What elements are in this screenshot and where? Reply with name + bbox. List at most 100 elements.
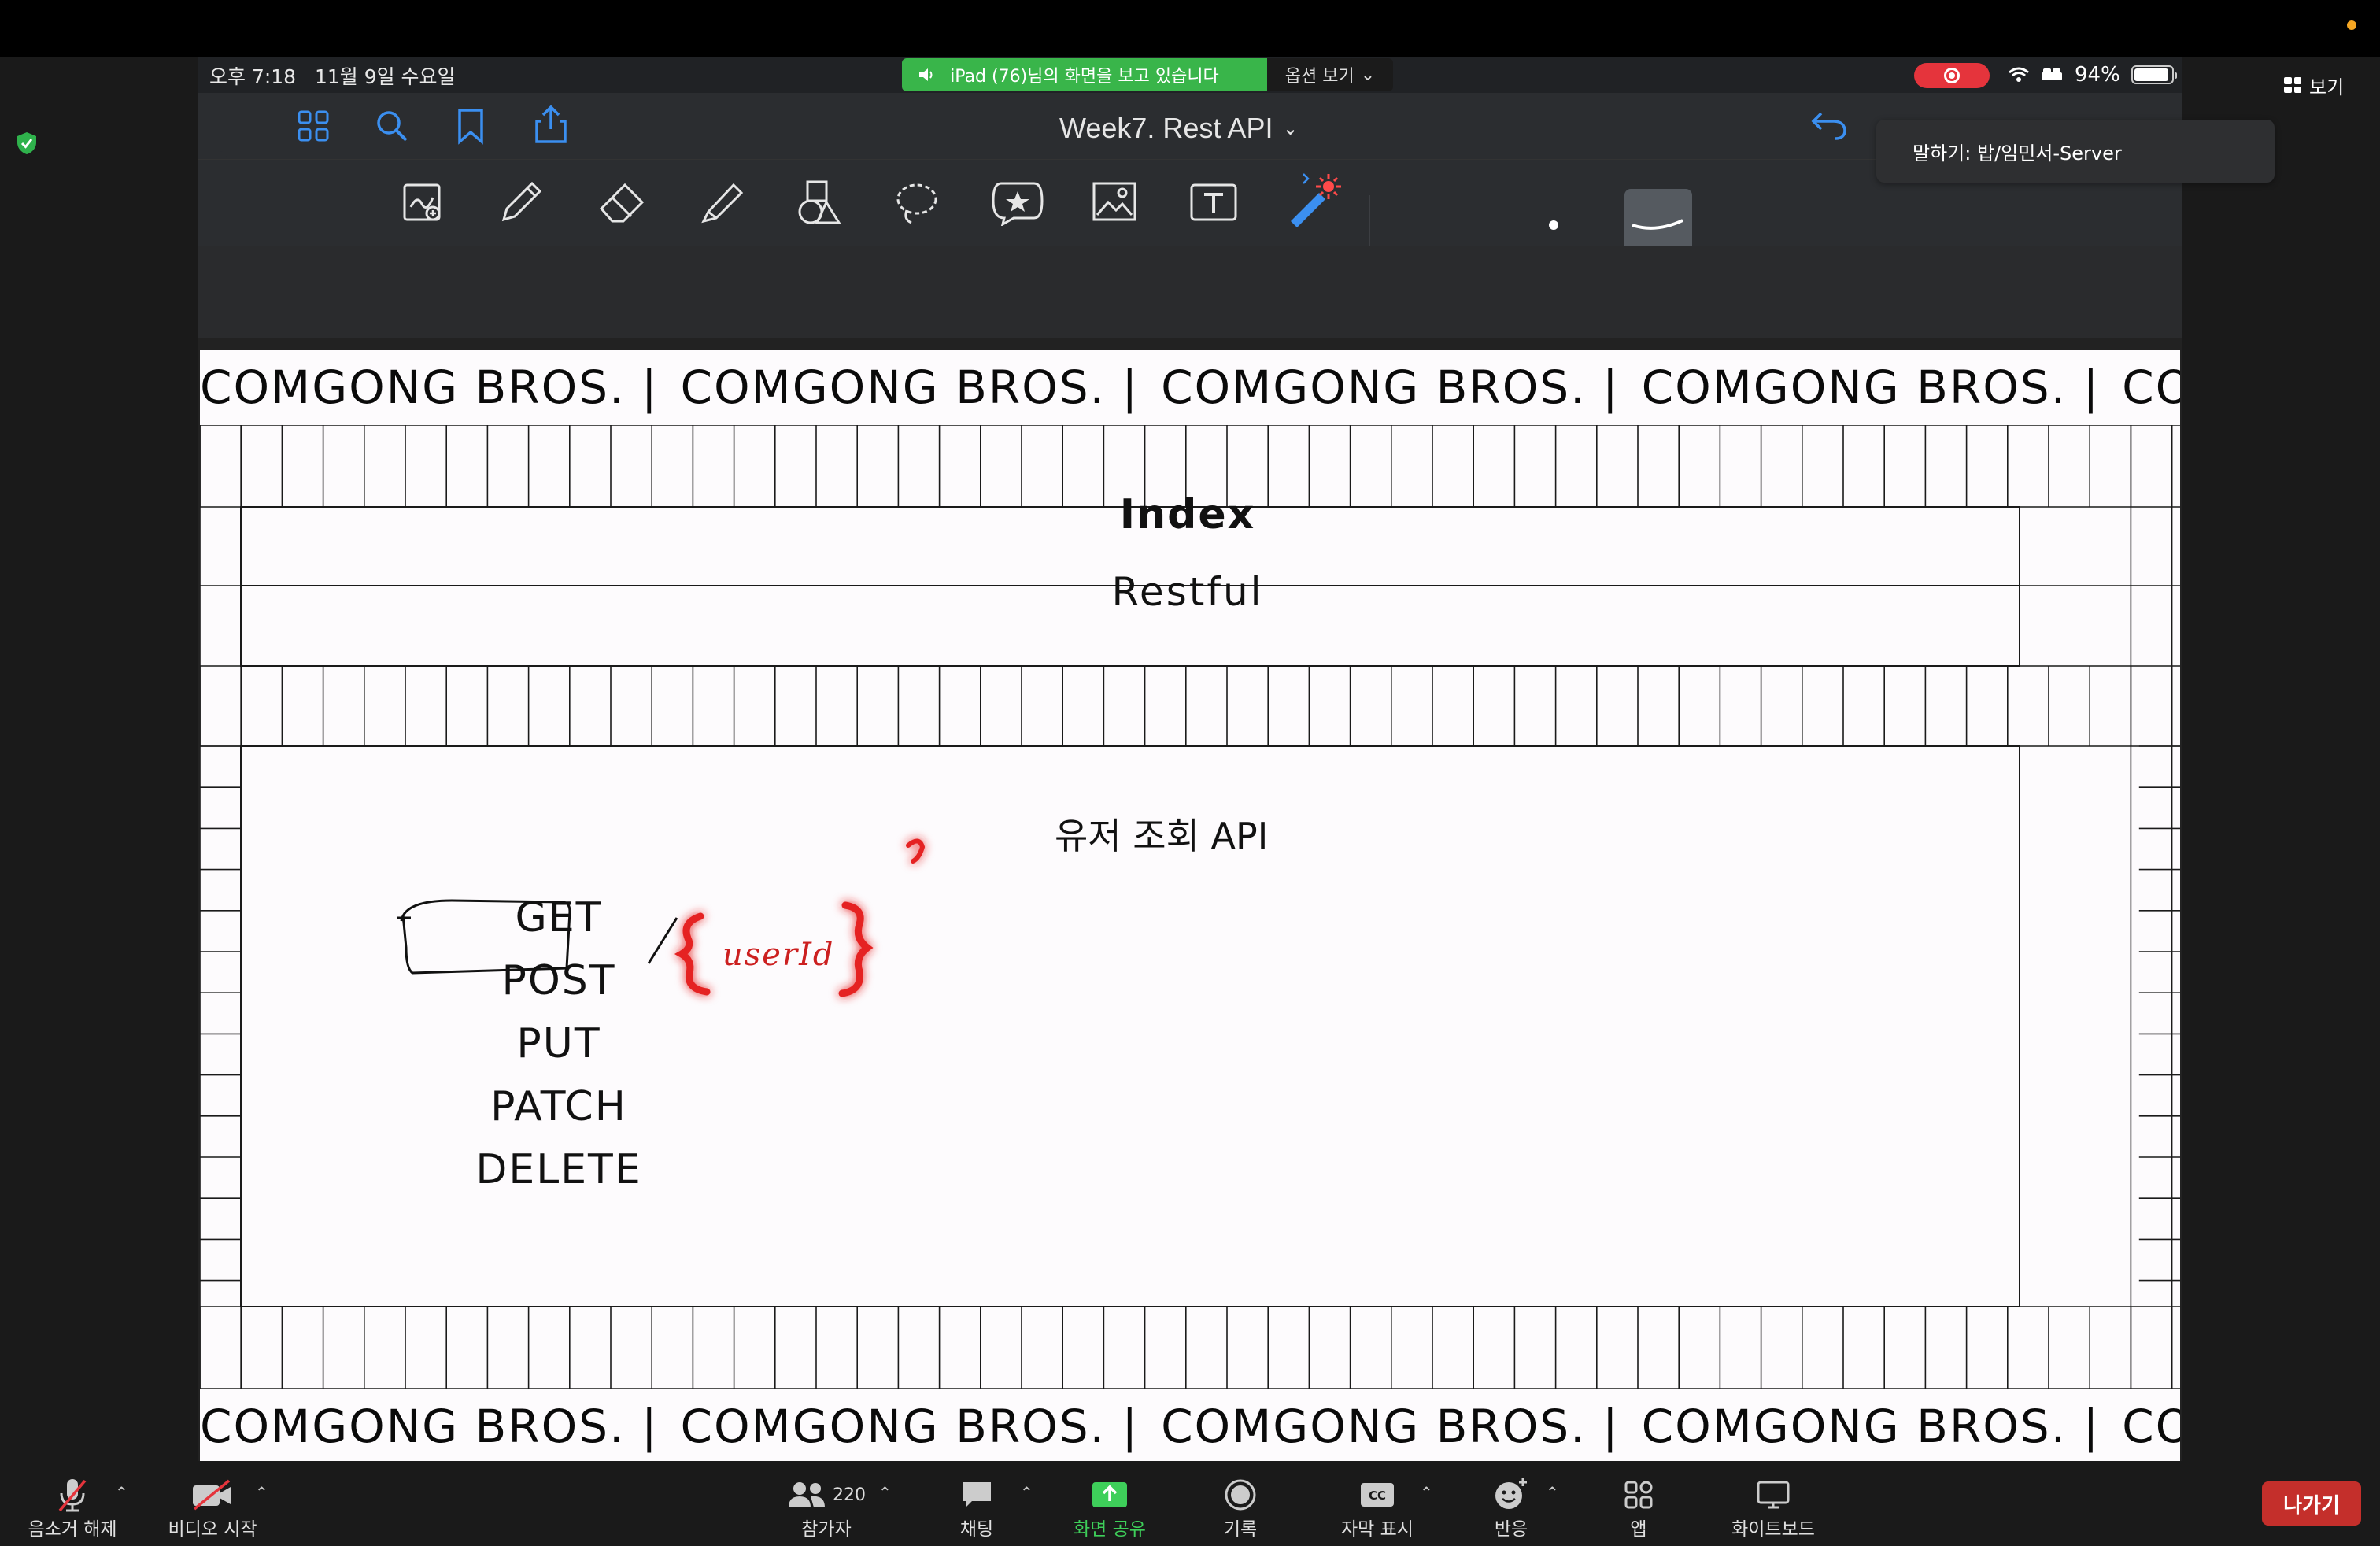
share-screen-button[interactable]: 화면 공유 — [1062, 1467, 1157, 1543]
share-icon[interactable] — [534, 104, 568, 145]
banner-text: COMGONG BROS. | — [1161, 361, 1620, 414]
recording-indicator — [2347, 20, 2356, 30]
document-title[interactable]: Week7. Rest API ⌄ — [1059, 112, 1299, 145]
index-title: Index — [1119, 491, 1256, 538]
svg-text:CC: CC — [1369, 1489, 1386, 1503]
section-heading: 유저 조회 API — [1055, 815, 1269, 857]
active-speaker-tooltip: 말하기: 밥/임민서-Server — [1876, 120, 2275, 183]
status-right: 94% — [2009, 60, 2177, 90]
grid-view-icon — [2284, 77, 2301, 93]
eraser-icon[interactable] — [597, 177, 649, 226]
unmute-label: 음소거 해제 — [28, 1519, 117, 1540]
apps-label: 앱 — [1630, 1519, 1647, 1540]
microphone-muted-icon — [58, 1479, 87, 1512]
closed-captions-icon: CC — [1361, 1483, 1394, 1507]
pen-icon[interactable] — [497, 177, 546, 226]
share-screen-label: 화면 공유 — [1074, 1519, 1146, 1540]
video-off-icon — [193, 1479, 231, 1511]
view-options-label: 옵션 보기 — [1284, 67, 1354, 87]
zoom-right-margin: 보기 — [2182, 57, 2380, 1461]
reactions-icon — [1495, 1478, 1527, 1509]
chat-icon — [963, 1482, 991, 1507]
method-get: GET — [515, 894, 603, 941]
toolbar-shadow-area — [198, 246, 2182, 338]
zoom-top-bar — [0, 0, 2380, 57]
start-video-label: 비디오 시작 — [168, 1519, 257, 1540]
whiteboard-button[interactable]: 화이트보드 — [1722, 1467, 1824, 1543]
reactions-button[interactable]: 반응 — [1472, 1467, 1550, 1543]
highlighter-icon[interactable] — [697, 177, 746, 226]
zoom-window-icon[interactable] — [401, 180, 447, 226]
banner-text: COMGONG BROS. | — [1161, 1400, 1620, 1453]
chat-button[interactable]: 채팅 — [933, 1467, 1020, 1543]
bookmark-icon[interactable] — [455, 107, 486, 145]
method-put: PUT — [516, 1020, 601, 1067]
active-speaker-text: 말하기: 밥/임민서-Server — [1913, 142, 2122, 165]
restful-subtitle: Restful — [1111, 569, 1264, 615]
lasso-icon[interactable] — [893, 179, 941, 227]
status-time-date: 오후 7:18 11월 9일 수요일 — [209, 61, 456, 90]
zoom-meeting-toolbar: 음소거 해제 ⌃ 비디오 시작 ⌃ 220 참가자 ⌃ 채팅 ⌃ 화면 공유 기… — [0, 1461, 2380, 1546]
pen-size-dot[interactable] — [1549, 220, 1558, 230]
banner-text: COMGONG BROS. | — [200, 361, 659, 414]
chevron-down-icon: ⌄ — [1282, 117, 1299, 139]
thumbnails-icon[interactable] — [296, 109, 331, 143]
captions-label: 자막 표시 — [1341, 1519, 1414, 1540]
zoom-left-margin — [0, 57, 198, 1461]
chevron-down-icon: ⌄ — [1360, 65, 1376, 85]
search-icon[interactable] — [375, 109, 409, 143]
reactions-caret-icon[interactable]: ⌃ — [1546, 1483, 1559, 1502]
unmute-button[interactable]: 음소거 해제 — [24, 1467, 121, 1543]
participants-label: 참가자 — [801, 1519, 852, 1540]
speaker-icon — [919, 68, 933, 81]
wifi-icon — [2009, 67, 2029, 82]
elements-star-icon[interactable] — [990, 177, 1045, 226]
status-time: 오후 7:18 — [209, 65, 297, 88]
method-delete: DELETE — [475, 1146, 642, 1193]
view-button[interactable]: 보기 — [2284, 72, 2344, 98]
shield-icon[interactable] — [16, 131, 38, 156]
notebook-page[interactable]: COMGONG BROS. | COMGONG BROS. | COMGONG … — [200, 350, 2180, 1461]
sleep-focus-icon — [2042, 68, 2062, 80]
participants-icon — [789, 1482, 825, 1507]
footer-banner: COMGONG BROS. | COMGONG BROS. | COMGONG … — [200, 1389, 2180, 1461]
audio-options-caret-icon[interactable]: ⌃ — [115, 1483, 128, 1502]
captions-caret-icon[interactable]: ⌃ — [1420, 1483, 1433, 1502]
shapes-icon[interactable] — [793, 177, 845, 229]
banner-text: COMGONG BROS. | — [680, 361, 1140, 414]
document-title-text: Week7. Rest API — [1059, 112, 1273, 144]
chat-caret-icon[interactable]: ⌃ — [1020, 1483, 1033, 1502]
laser-pointer-icon[interactable] — [1281, 166, 1344, 229]
screen-share-text: iPad (76)님의 화면을 보고 있습니다 — [950, 67, 1219, 87]
share-screen-icon — [1092, 1482, 1127, 1507]
ipad-status-bar: 오후 7:18 11월 9일 수요일 iPad (76)님의 화면을 보고 있습… — [198, 57, 2182, 93]
reactions-label: 반응 — [1494, 1519, 1528, 1540]
status-date: 11월 9일 수요일 — [314, 65, 456, 88]
header-banner: COMGONG BROS. | COMGONG BROS. | COMGONG … — [200, 350, 2180, 425]
undo-icon[interactable] — [1809, 107, 1848, 142]
captions-button[interactable]: CC 자막 표시 — [1330, 1467, 1425, 1543]
leave-meeting-button[interactable]: 나가기 — [2262, 1481, 2361, 1526]
participants-caret-icon[interactable]: ⌃ — [878, 1483, 892, 1502]
banner-text: COMGONG BROS. | — [680, 1400, 1140, 1453]
battery-percent: 94% — [2075, 63, 2120, 87]
method-patch: PATCH — [490, 1083, 627, 1130]
banner-text: COMGONG BROS. | — [2122, 1400, 2180, 1453]
apps-button[interactable]: 앱 — [1601, 1467, 1676, 1543]
battery-icon — [2131, 65, 2177, 84]
record-button[interactable]: 기록 — [1199, 1467, 1281, 1543]
text-box-icon[interactable] — [1188, 179, 1239, 226]
record-label: 기록 — [1223, 1519, 1258, 1540]
start-video-button[interactable]: 비디오 시작 — [162, 1467, 263, 1543]
record-icon — [1225, 1479, 1256, 1511]
banner-text: COMGONG BROS. | — [1641, 1400, 2101, 1453]
banner-text: COMGONG BROS. | — [1641, 361, 2101, 414]
whiteboard-icon — [1757, 1481, 1790, 1509]
view-options-button[interactable]: 옵션 보기 ⌄ — [1267, 58, 1393, 91]
shared-screen: 오후 7:18 11월 9일 수요일 iPad (76)님의 화면을 보고 있습… — [198, 57, 2182, 1461]
image-icon[interactable] — [1091, 179, 1138, 224]
apps-icon — [1624, 1481, 1653, 1509]
participants-button[interactable]: 220 참가자 — [771, 1467, 881, 1543]
participants-count: 220 — [833, 1485, 866, 1505]
video-options-caret-icon[interactable]: ⌃ — [255, 1483, 268, 1502]
